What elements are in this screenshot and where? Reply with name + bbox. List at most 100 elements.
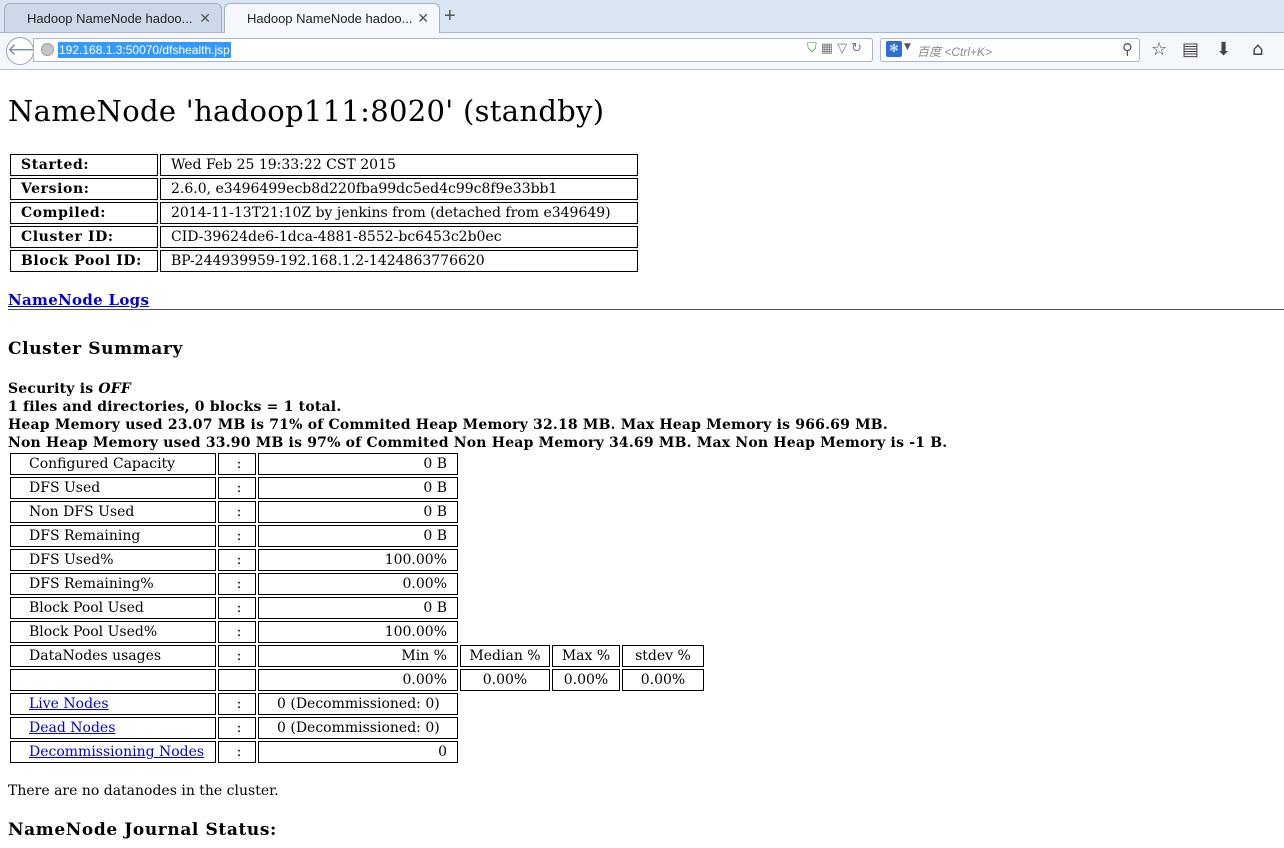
- table-row: DFS Remaining:0 B: [10, 525, 704, 547]
- tab-title: Hadoop NameNode hadoo...: [27, 11, 193, 26]
- namenode-logs-link[interactable]: NameNode Logs: [8, 291, 149, 309]
- info-value: 2.6.0, e3496499ecb8d220fba99dc5ed4c99c8f…: [160, 178, 638, 200]
- decommissioning-nodes-cell: Decommissioning Nodes: [10, 741, 216, 763]
- live-nodes-value: 0 (Decommissioned: 0): [258, 693, 458, 715]
- table-row: Block Pool Used%:100.00%: [10, 621, 704, 643]
- summary-line: Non Heap Memory used 33.90 MB is 97% of …: [8, 435, 948, 451]
- qr-code-icon[interactable]: ▦: [821, 41, 837, 56]
- table-row: DFS Used%:100.00%: [10, 549, 704, 571]
- usage-median-value: 0.00%: [460, 669, 550, 691]
- dead-nodes-link[interactable]: Dead Nodes: [29, 720, 115, 736]
- stat-value: 100.00%: [258, 621, 458, 643]
- info-value: BP-244939959-192.168.1.2-1424863776620: [160, 250, 638, 272]
- usage-min-value: 0.00%: [258, 669, 458, 691]
- info-label: Block Pool ID:: [10, 250, 158, 272]
- colon-cell: :: [218, 717, 256, 739]
- namenode-info-table: Started: Wed Feb 25 19:33:22 CST 2015 Ver…: [8, 152, 640, 274]
- security-status: OFF: [98, 381, 132, 397]
- stat-label: DFS Remaining%: [10, 573, 216, 595]
- colon-cell: :: [218, 525, 256, 547]
- stat-label: DFS Used: [10, 477, 216, 499]
- usage-max-value: 0.00%: [552, 669, 620, 691]
- stat-value: 0 B: [258, 525, 458, 547]
- search-icon[interactable]: ⚲: [1122, 40, 1133, 58]
- stat-label: DFS Used%: [10, 549, 216, 571]
- back-button[interactable]: 🡐: [6, 37, 53, 65]
- colon-cell: :: [218, 741, 256, 763]
- info-label: Started:: [10, 154, 158, 176]
- address-bar-icons: ⛉▦▽↻: [807, 41, 866, 56]
- table-row: Block Pool ID: BP-244939959-192.168.1.2-1…: [10, 250, 638, 272]
- empty-cell: [10, 669, 216, 691]
- cluster-summary-heading: Cluster Summary: [8, 339, 183, 359]
- search-placeholder[interactable]: 百度 <Ctrl+K>: [917, 43, 992, 60]
- close-tab-icon[interactable]: ✕: [417, 10, 429, 27]
- dead-nodes-cell: Dead Nodes: [10, 717, 216, 739]
- globe-icon: [41, 43, 54, 56]
- colon-cell: :: [218, 549, 256, 571]
- stat-value: 0.00%: [258, 573, 458, 595]
- decommissioning-nodes-link[interactable]: Decommissioning Nodes: [29, 744, 204, 760]
- url-text[interactable]: 192.168.1.3:50070/dfshealth.jsp: [58, 42, 231, 58]
- stat-value: 100.00%: [258, 549, 458, 571]
- table-row: Non DFS Used:0 B: [10, 501, 704, 523]
- new-tab-button[interactable]: +: [444, 5, 456, 28]
- decommissioning-nodes-value: 0: [258, 741, 458, 763]
- colon-cell: :: [218, 597, 256, 619]
- bookmark-star-icon[interactable]: ☆: [1151, 39, 1167, 60]
- divider: [8, 309, 1284, 310]
- security-line: Security is OFF: [8, 380, 947, 398]
- colon-cell: :: [218, 501, 256, 523]
- usage-header-median: Median %: [460, 645, 550, 667]
- summary-line: Heap Memory used 23.07 MB is 71% of Comm…: [8, 417, 888, 433]
- empty-cell: [218, 669, 256, 691]
- table-row: Decommissioning Nodes:0: [10, 741, 704, 763]
- table-row: Started: Wed Feb 25 19:33:22 CST 2015: [10, 154, 638, 176]
- table-row: DFS Remaining%:0.00%: [10, 573, 704, 595]
- info-label: Cluster ID:: [10, 226, 158, 248]
- no-datanodes-message: There are no datanodes in the cluster.: [8, 783, 279, 799]
- colon-cell: :: [218, 621, 256, 643]
- chevron-down-icon[interactable]: ▼: [904, 42, 911, 52]
- close-tab-icon[interactable]: ✕: [199, 10, 211, 27]
- shield-icon[interactable]: ⛉: [807, 41, 821, 56]
- colon-cell: :: [218, 477, 256, 499]
- dead-nodes-value: 0 (Decommissioned: 0): [258, 717, 458, 739]
- stat-value: 0 B: [258, 597, 458, 619]
- cluster-stats-table: Configured Capacity:0 B DFS Used:0 B Non…: [8, 451, 706, 765]
- address-bar[interactable]: 192.168.1.3:50070/dfshealth.jsp ⛉▦▽↻: [33, 38, 873, 62]
- usage-stdev-value: 0.00%: [622, 669, 704, 691]
- info-value: CID-39624de6-1dca-4881-8552-bc6453c2b0ec: [160, 226, 638, 248]
- stat-value: 0 B: [258, 453, 458, 475]
- search-bar[interactable]: ✻ ▼ 百度 <Ctrl+K> ⚲: [880, 38, 1140, 62]
- info-label: Compiled:: [10, 202, 158, 224]
- home-icon[interactable]: ⌂: [1252, 39, 1263, 60]
- table-row: Dead Nodes:0 (Decommissioned: 0): [10, 717, 704, 739]
- usage-header-stdev: stdev %: [622, 645, 704, 667]
- browser-tab-1[interactable]: Hadoop NameNode hadoo... ✕: [4, 3, 222, 32]
- table-row: Live Nodes:0 (Decommissioned: 0): [10, 693, 704, 715]
- stat-label: Non DFS Used: [10, 501, 216, 523]
- table-row: Compiled: 2014-11-13T21:10Z by jenkins fr…: [10, 202, 638, 224]
- colon-cell: :: [218, 453, 256, 475]
- table-row: DFS Used:0 B: [10, 477, 704, 499]
- table-row: Cluster ID: CID-39624de6-1dca-4881-8552-b…: [10, 226, 638, 248]
- stat-label: DFS Remaining: [10, 525, 216, 547]
- stat-value: 0 B: [258, 501, 458, 523]
- reload-icon[interactable]: ↻: [851, 41, 866, 56]
- colon-cell: :: [218, 573, 256, 595]
- table-row: DataNodes usages : Min % Median % Max % …: [10, 645, 704, 667]
- stat-label: Block Pool Used: [10, 597, 216, 619]
- info-value: 2014-11-13T21:10Z by jenkins from (detac…: [160, 202, 638, 224]
- stat-label: Configured Capacity: [10, 453, 216, 475]
- download-icon[interactable]: ⬇: [1216, 39, 1231, 60]
- colon-cell: :: [218, 645, 256, 667]
- browser-tab-2[interactable]: Hadoop NameNode hadoo... ✕: [224, 3, 440, 33]
- reading-list-icon[interactable]: ▤: [1182, 39, 1199, 60]
- live-nodes-link[interactable]: Live Nodes: [29, 696, 109, 712]
- table-row: Configured Capacity:0 B: [10, 453, 704, 475]
- summary-line: 1 files and directories, 0 blocks = 1 to…: [8, 399, 342, 415]
- colon-cell: :: [218, 693, 256, 715]
- search-engine-icon[interactable]: ✻: [886, 41, 902, 57]
- dropdown-arrow-icon[interactable]: ▽: [837, 41, 851, 56]
